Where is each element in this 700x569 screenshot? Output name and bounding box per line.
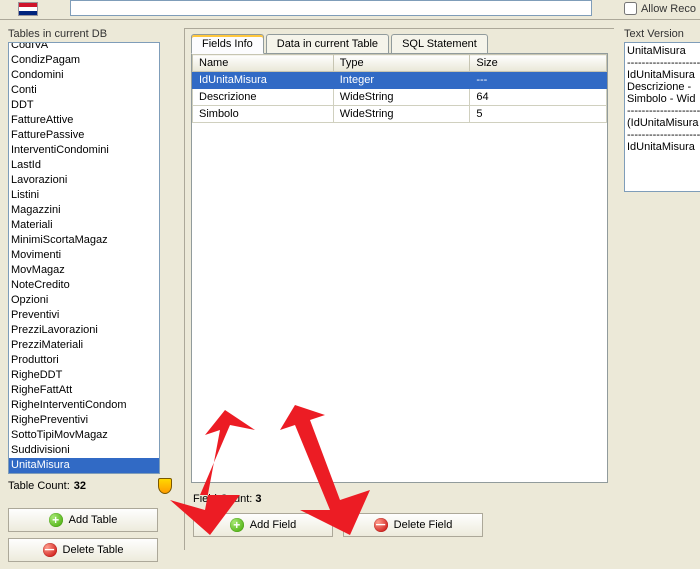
cell-type[interactable]: WideString [333,106,470,123]
delete-field-label: Delete Field [394,519,453,531]
table-item[interactable]: DDT [9,98,159,113]
table-count-label: Table Count: [8,480,70,492]
table-item[interactable]: Opzioni [9,293,159,308]
text-version-line: Simbolo - Wid [627,93,700,105]
text-version-line: ----------------------- [627,129,700,141]
table-item[interactable]: CondizPagam [9,53,159,68]
table-item[interactable]: UnitaMisura [9,458,159,473]
shield-icon[interactable] [158,478,172,494]
table-item[interactable]: Conti [9,83,159,98]
text-version-line: ----------------------- [627,57,700,69]
table-item[interactable]: Preventivi [9,308,159,323]
tab-data-in-table[interactable]: Data in current Table [266,34,389,53]
toolbar-input[interactable] [70,0,592,16]
field-count-label: Field Count: [193,493,252,505]
cell-name[interactable]: Descrizione [193,89,334,106]
table-item[interactable]: SottoTipiMovMagaz [9,428,159,443]
main-area: Tables in current DB ArticoliCategorieCo… [8,28,700,569]
field-count-value: 3 [255,493,261,505]
col-name[interactable]: Name [193,55,334,72]
add-field-label: Add Field [250,519,296,531]
allow-checkbox-label: Allow Reco [641,3,696,15]
field-count-row: Field Count: 3 [185,489,614,509]
table-item[interactable]: RighePreventivi [9,413,159,428]
table-item[interactable]: RigheInterventiCondom [9,398,159,413]
tables-title: Tables in current DB [8,28,172,40]
table-item[interactable]: InterventiCondomini [9,143,159,158]
table-item[interactable]: MovMagaz [9,263,159,278]
table-item[interactable]: FatturePassive [9,128,159,143]
tab-fields-info[interactable]: Fields Info [191,34,264,54]
text-version-panel: Text Version UnitaMisura----------------… [624,28,700,192]
text-version-line: IdUnitaMisura [627,141,700,153]
table-item[interactable]: Produttori [9,353,159,368]
table-item[interactable]: MinimiScortaMagaz [9,233,159,248]
language-flag-icon[interactable] [18,2,38,16]
delete-field-button[interactable]: － Delete Field [343,513,483,537]
text-version-line: UnitaMisura [627,45,700,57]
table-item[interactable]: FattureAttive [9,113,159,128]
table-item[interactable]: Materiali [9,218,159,233]
table-item[interactable]: Movimenti [9,248,159,263]
fields-grid-container: Name Type Size IdUnitaMisuraInteger---De… [191,53,608,483]
col-type[interactable]: Type [333,55,470,72]
table-row[interactable]: SimboloWideString5 [193,106,607,123]
table-item[interactable]: Suddivisioni [9,443,159,458]
text-version-box[interactable]: UnitaMisura-----------------------IdUnit… [624,42,700,192]
plus-icon: + [230,518,244,532]
allow-checkbox[interactable]: Allow Reco [624,2,696,15]
top-toolbar: Allow Reco [0,0,700,20]
table-item[interactable]: RigheDDT [9,368,159,383]
table-item[interactable]: PrezziMateriali [9,338,159,353]
fields-grid-header-row[interactable]: Name Type Size [193,55,607,72]
table-item[interactable]: Listini [9,188,159,203]
field-buttons: + Add Field － Delete Field [185,509,614,547]
table-item[interactable]: Magazzini [9,203,159,218]
text-version-line: (IdUnitaMisura [627,117,700,129]
text-version-line: ----------------------- [627,105,700,117]
cell-size[interactable]: --- [470,72,607,89]
left-buttons: + Add Table － Delete Table [8,508,172,562]
cell-name[interactable]: Simbolo [193,106,334,123]
table-item[interactable]: LastId [9,158,159,173]
plus-icon: + [49,513,63,527]
cell-type[interactable]: WideString [333,89,470,106]
table-item[interactable]: CodIVA [9,42,159,53]
table-item[interactable]: PrezziLavorazioni [9,323,159,338]
fields-grid[interactable]: Name Type Size IdUnitaMisuraInteger---De… [192,54,607,123]
delete-table-button[interactable]: － Delete Table [8,538,158,562]
cell-type[interactable]: Integer [333,72,470,89]
minus-icon: － [43,543,57,557]
text-version-line: IdUnitaMisura [627,69,700,81]
table-item[interactable]: Lavorazioni [9,173,159,188]
add-field-button[interactable]: + Add Field [193,513,333,537]
table-row[interactable]: IdUnitaMisuraInteger--- [193,72,607,89]
right-panel: Fields Info Data in current Table SQL St… [184,28,614,550]
table-row[interactable]: DescrizioneWideString64 [193,89,607,106]
allow-checkbox-input[interactable] [624,2,637,15]
cell-size[interactable]: 64 [470,89,607,106]
left-panel: Tables in current DB ArticoliCategorieCo… [8,28,172,568]
table-item[interactable]: NoteCredito [9,278,159,293]
table-item[interactable]: Condomini [9,68,159,83]
tab-sql-statement[interactable]: SQL Statement [391,34,488,53]
col-size[interactable]: Size [470,55,607,72]
tab-strip: Fields Info Data in current Table SQL St… [185,29,614,53]
cell-size[interactable]: 5 [470,106,607,123]
add-table-label: Add Table [69,514,118,526]
minus-icon: － [374,518,388,532]
table-count-row: Table Count: 32 [8,478,172,494]
add-table-button[interactable]: + Add Table [8,508,158,532]
table-item[interactable]: RigheFattAtt [9,383,159,398]
delete-table-label: Delete Table [63,544,124,556]
cell-name[interactable]: IdUnitaMisura [193,72,334,89]
text-version-title: Text Version [624,28,700,40]
table-count-value: 32 [74,480,86,492]
text-version-line: Descrizione - [627,81,700,93]
tables-listbox[interactable]: ArticoliCategorieCodIVACondizPagamCondom… [8,42,160,474]
